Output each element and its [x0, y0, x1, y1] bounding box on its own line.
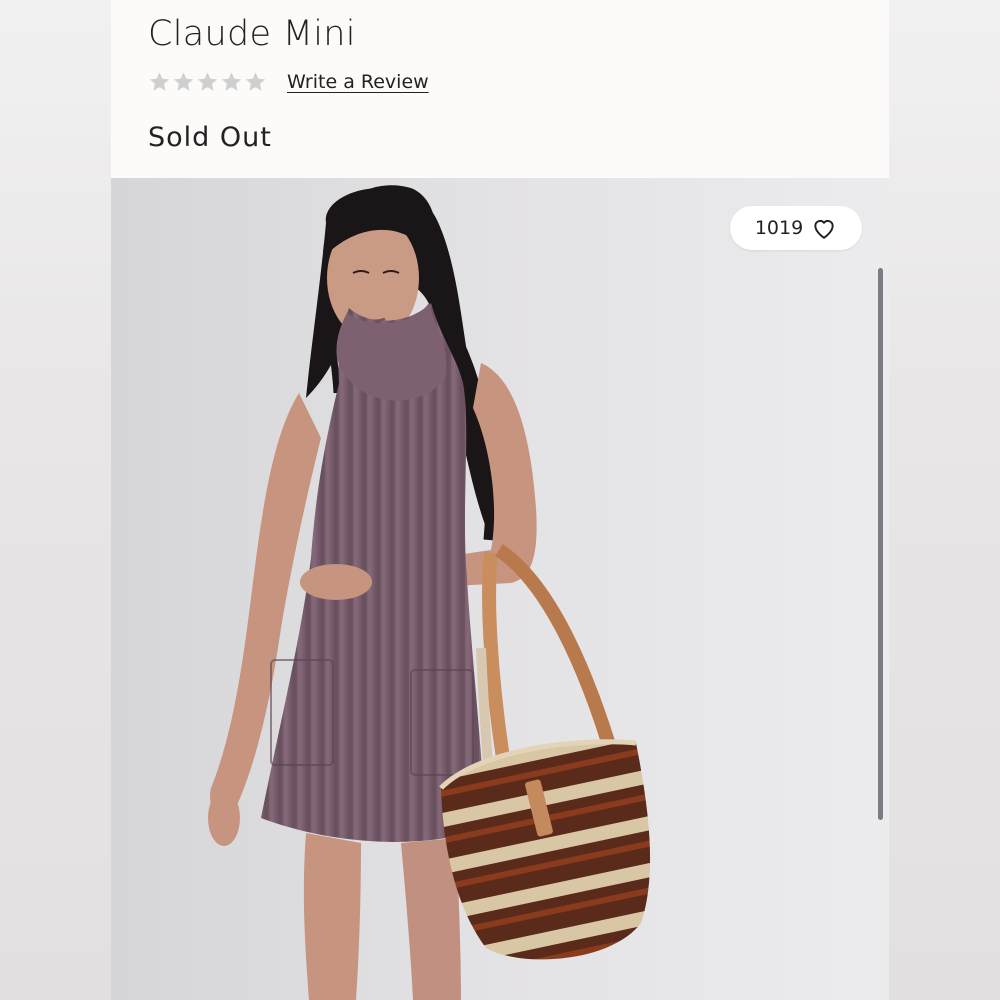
- product-panel: Claude Mini Write a Review Sold Out 1019: [111, 0, 889, 1000]
- star-icon: [197, 72, 218, 91]
- scrollbar[interactable]: [878, 268, 883, 820]
- write-review-link[interactable]: Write a Review: [287, 71, 429, 93]
- model-photo-illustration: [208, 185, 651, 1000]
- star-icon: [149, 72, 170, 91]
- like-count: 1019: [754, 217, 804, 239]
- heart-outline-icon: [814, 220, 834, 239]
- star-rating: [148, 71, 267, 93]
- availability-status: Sold Out: [148, 122, 272, 153]
- star-icon: [221, 72, 242, 91]
- product-title: Claude Mini: [148, 14, 356, 54]
- page-background-left: [0, 0, 111, 1000]
- product-header: Claude Mini Write a Review Sold Out: [111, 0, 889, 178]
- rating-row: Write a Review: [148, 68, 429, 96]
- page-background-right: [889, 0, 1000, 1000]
- product-image[interactable]: 1019: [111, 178, 889, 1000]
- star-icon: [245, 72, 266, 91]
- like-button[interactable]: 1019: [730, 206, 862, 250]
- star-icon: [173, 72, 194, 91]
